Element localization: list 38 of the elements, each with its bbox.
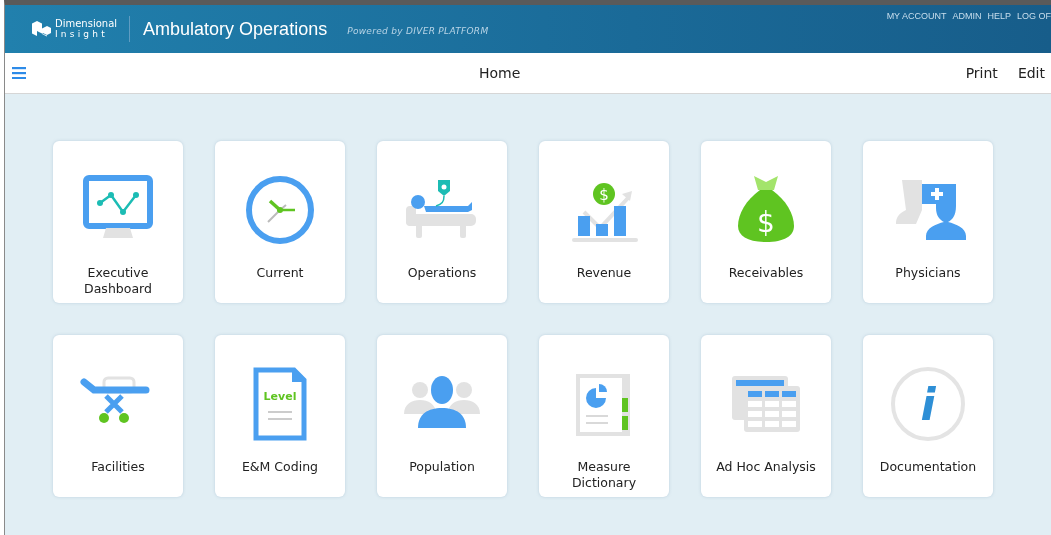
dashboard-tile[interactable]: $ Revenue — [539, 141, 669, 303]
toolbar-link[interactable]: Print — [965, 65, 998, 81]
tile-label: Revenue — [575, 265, 633, 281]
dashboard-tile[interactable]: Ad Hoc Analysis — [701, 335, 831, 497]
tile-label: Ad Hoc Analysis — [715, 459, 817, 475]
dashboard-tile[interactable]: Current — [215, 141, 345, 303]
tile-label: Documentation — [878, 459, 978, 475]
tile-label: E&M Coding — [240, 459, 319, 475]
tile-label: Population — [408, 459, 476, 475]
tile-label: Current — [255, 265, 305, 281]
dashboard-tile[interactable]: Executive Dashboard — [53, 141, 183, 303]
page-title: Home — [479, 65, 521, 81]
dashboard-tile[interactable]: Measure Dictionary — [539, 335, 669, 497]
powered-by-text: Powered by DIVER PLATFORM — [347, 26, 489, 36]
dashboard-tile[interactable]: i Documentation — [863, 335, 993, 497]
dashboard-tile[interactable]: $ Receivables — [701, 141, 831, 303]
dashboard-tile[interactable]: Operations — [377, 141, 507, 303]
menu-icon[interactable] — [12, 67, 26, 79]
tile-label: Executive Dashboard — [83, 265, 153, 297]
tile-label: Facilities — [90, 459, 146, 475]
dashboard-tile[interactable]: Population — [377, 335, 507, 497]
info-icon: i — [888, 364, 968, 444]
tile-label: Measure Dictionary — [570, 459, 638, 491]
dashboard-tile[interactable]: Level E&M Coding — [215, 335, 345, 497]
tile-label: Physicians — [894, 265, 962, 281]
tile-label: Operations — [406, 265, 478, 281]
header-link[interactable]: HELP — [987, 11, 1011, 53]
app-title: Ambulatory Operations — [143, 18, 328, 40]
dashboard-tile[interactable]: Physicians — [863, 141, 993, 303]
toolbar-link[interactable]: Edit — [1017, 65, 1045, 81]
tile-label: Receivables — [727, 265, 805, 281]
header-link[interactable]: MY ACCOUNT — [886, 11, 947, 53]
logo-text: Insight — [55, 29, 109, 39]
cubes-logo-icon — [30, 20, 52, 38]
dashboard-tile[interactable]: Facilities — [53, 335, 183, 497]
logo-text: Dimensional — [55, 19, 118, 29]
header-link[interactable]: ADMIN — [952, 11, 982, 53]
header-link[interactable]: LOG OF — [1017, 11, 1051, 53]
